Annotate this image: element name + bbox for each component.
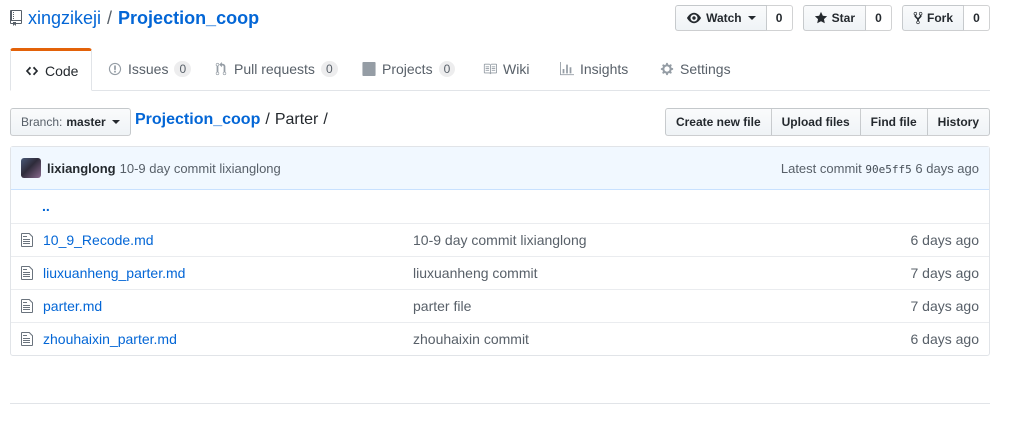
file-commit-message[interactable]: 10-9 day commit lixianglong (413, 232, 587, 248)
star-group: Star 0 (802, 5, 892, 31)
find-file-button[interactable]: Find file (859, 108, 928, 136)
file-commit-message[interactable]: parter file (413, 298, 471, 314)
graph-icon (560, 62, 574, 76)
commit-meta: Latest commit 90e5ff5 6 days ago (781, 161, 979, 176)
star-button[interactable]: Star (802, 5, 866, 31)
up-tree-row: .. (11, 190, 989, 223)
repo-name-link[interactable]: Projection_coop (118, 8, 259, 29)
branch-select-button[interactable]: Branch: master (10, 108, 131, 136)
tab-issues-label: Issues (128, 61, 169, 77)
file-age: 7 days ago (809, 288, 989, 322)
tab-code[interactable]: Code (10, 48, 92, 91)
table-row: parter.md parter file 7 days ago (11, 288, 989, 322)
file-age: 6 days ago (809, 222, 989, 256)
watch-count[interactable]: 0 (766, 5, 793, 31)
tab-wiki[interactable]: Wiki (483, 48, 529, 90)
up-directory-link[interactable]: .. (11, 198, 50, 214)
star-icon (814, 11, 827, 24)
chevron-down-icon (747, 16, 756, 20)
tab-pull-requests[interactable]: Pull requests 0 (214, 48, 338, 90)
file-age: 7 days ago (809, 255, 989, 289)
book-icon (483, 63, 497, 75)
tab-settings[interactable]: Settings (660, 48, 731, 90)
commit-sha[interactable]: 90e5ff5 (865, 163, 911, 176)
repo-icon (10, 10, 22, 26)
file-icon (21, 265, 33, 280)
file-commit-message[interactable]: zhouhaixin commit (413, 331, 529, 347)
repo-title: xingzikeji / Projection_coop (10, 6, 259, 30)
file-name-link[interactable]: parter.md (43, 298, 102, 314)
repo-actions: Watch 0 Star 0 Fork 0 (675, 5, 990, 31)
file-wrap: lixianglong 10-9 day commit lixianglong … (10, 146, 990, 356)
fork-icon (913, 11, 923, 25)
chevron-down-icon (111, 120, 120, 124)
breadcrumb-current: Parter (274, 111, 319, 128)
breadcrumb-separator: / (265, 111, 270, 128)
tab-settings-label: Settings (680, 61, 731, 77)
watch-label: Watch (706, 11, 742, 25)
history-button[interactable]: History (926, 108, 990, 136)
tab-projects-label: Projects (382, 61, 433, 77)
fork-group: Fork 0 (901, 5, 990, 31)
project-icon (362, 62, 376, 76)
eye-icon (687, 12, 702, 24)
tab-projects[interactable]: Projects 0 (362, 48, 456, 90)
fork-count[interactable]: 0 (964, 5, 990, 31)
files-table: .. 10_9_Recode.md 10-9 day commit lixian… (11, 190, 989, 355)
latest-commit-label: Latest commit (780, 160, 862, 176)
footer-divider (10, 403, 990, 404)
table-row: zhouhaixin_parter.md zhouhaixin commit 6… (11, 321, 989, 355)
file-icon (21, 232, 33, 247)
tab-insights-label: Insights (580, 61, 629, 77)
branch-name: master (66, 115, 106, 129)
fork-label: Fork (926, 11, 953, 25)
code-icon (25, 66, 39, 75)
avatar[interactable] (21, 158, 41, 178)
tab-insights[interactable]: Insights (560, 48, 628, 90)
watch-button[interactable]: Watch (675, 5, 767, 31)
file-actions: Create new file Upload files Find file H… (664, 108, 990, 136)
file-name-link[interactable]: 10_9_Recode.md (43, 232, 154, 248)
projects-counter: 0 (438, 61, 456, 77)
fork-button[interactable]: Fork (901, 5, 964, 31)
upload-files-button[interactable]: Upload files (770, 108, 861, 136)
file-commit-message[interactable]: liuxuanheng commit (413, 265, 538, 281)
file-name-link[interactable]: zhouhaixin_parter.md (43, 331, 177, 347)
branch-prefix: Branch: (21, 115, 63, 129)
star-label: Star (831, 11, 855, 25)
commit-age: 6 days ago (915, 160, 979, 176)
create-new-file-button[interactable]: Create new file (664, 108, 772, 136)
file-age: 6 days ago (809, 321, 989, 355)
tab-code-label: Code (45, 62, 79, 79)
file-navigation: Branch: master Projection_coop / Parter … (10, 108, 990, 136)
issues-counter: 0 (174, 61, 192, 77)
repo-nav: Code Issues 0 Pull requests 0 Projects 0… (10, 48, 990, 91)
watch-group: Watch 0 (675, 5, 793, 31)
table-row: liuxuanheng_parter.md liuxuanheng commit… (11, 255, 989, 289)
file-icon (21, 298, 33, 313)
table-row: 10_9_Recode.md 10-9 day commit lixianglo… (11, 222, 989, 256)
repo-separator: / (107, 7, 113, 28)
git-pull-request-icon (215, 62, 227, 76)
commit-tease: lixianglong 10-9 day commit lixianglong … (11, 147, 989, 190)
file-icon (21, 331, 33, 346)
breadcrumb: Projection_coop / Parter / (135, 111, 328, 129)
gear-icon (660, 62, 674, 76)
star-count[interactable]: 0 (865, 5, 892, 31)
commit-author[interactable]: lixianglong (47, 161, 116, 176)
repo-owner-link[interactable]: xingzikeji (28, 8, 101, 29)
tab-issues[interactable]: Issues 0 (108, 48, 192, 90)
file-name-link[interactable]: liuxuanheng_parter.md (43, 265, 185, 281)
tab-pull-requests-label: Pull requests (234, 61, 315, 77)
tab-wiki-label: Wiki (503, 61, 530, 77)
issue-opened-icon (108, 62, 122, 76)
breadcrumb-trail: / (323, 111, 328, 128)
commit-message[interactable]: 10-9 day commit lixianglong (120, 161, 281, 176)
pull-requests-counter: 0 (320, 61, 338, 77)
breadcrumb-root-link[interactable]: Projection_coop (135, 111, 260, 129)
